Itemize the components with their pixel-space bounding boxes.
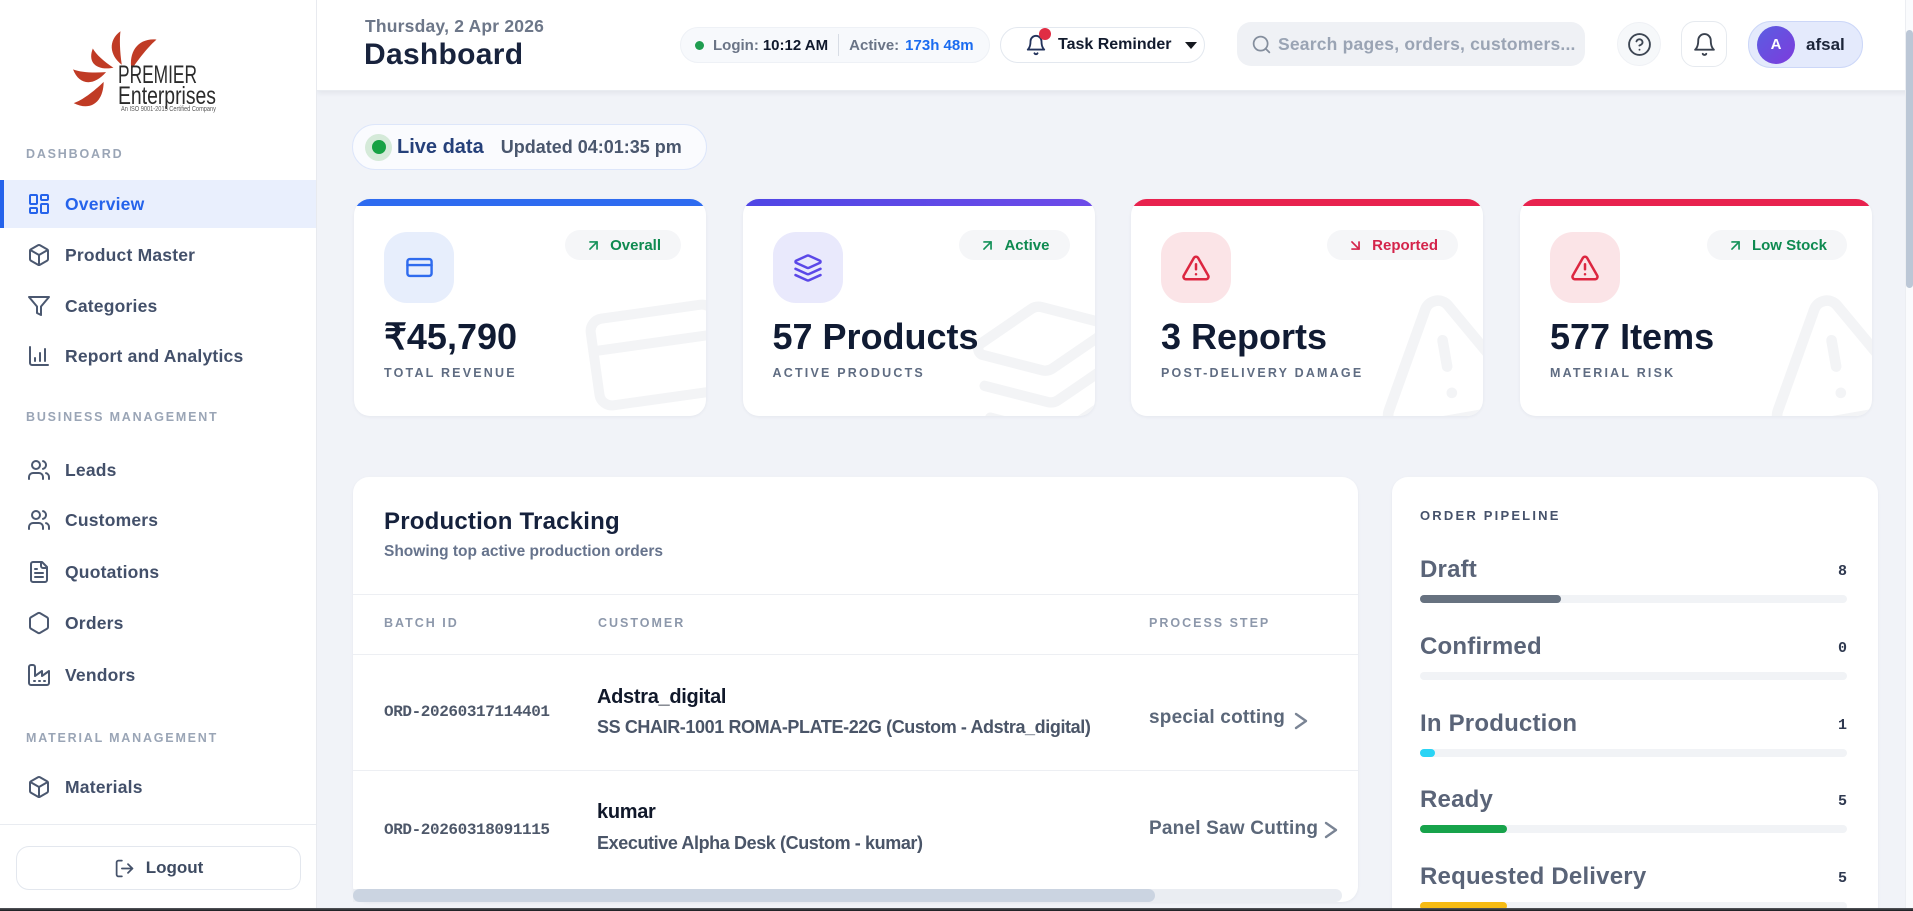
svg-text:An ISO 9001-2015 Certified Com: An ISO 9001-2015 Certified Company [121, 104, 216, 113]
